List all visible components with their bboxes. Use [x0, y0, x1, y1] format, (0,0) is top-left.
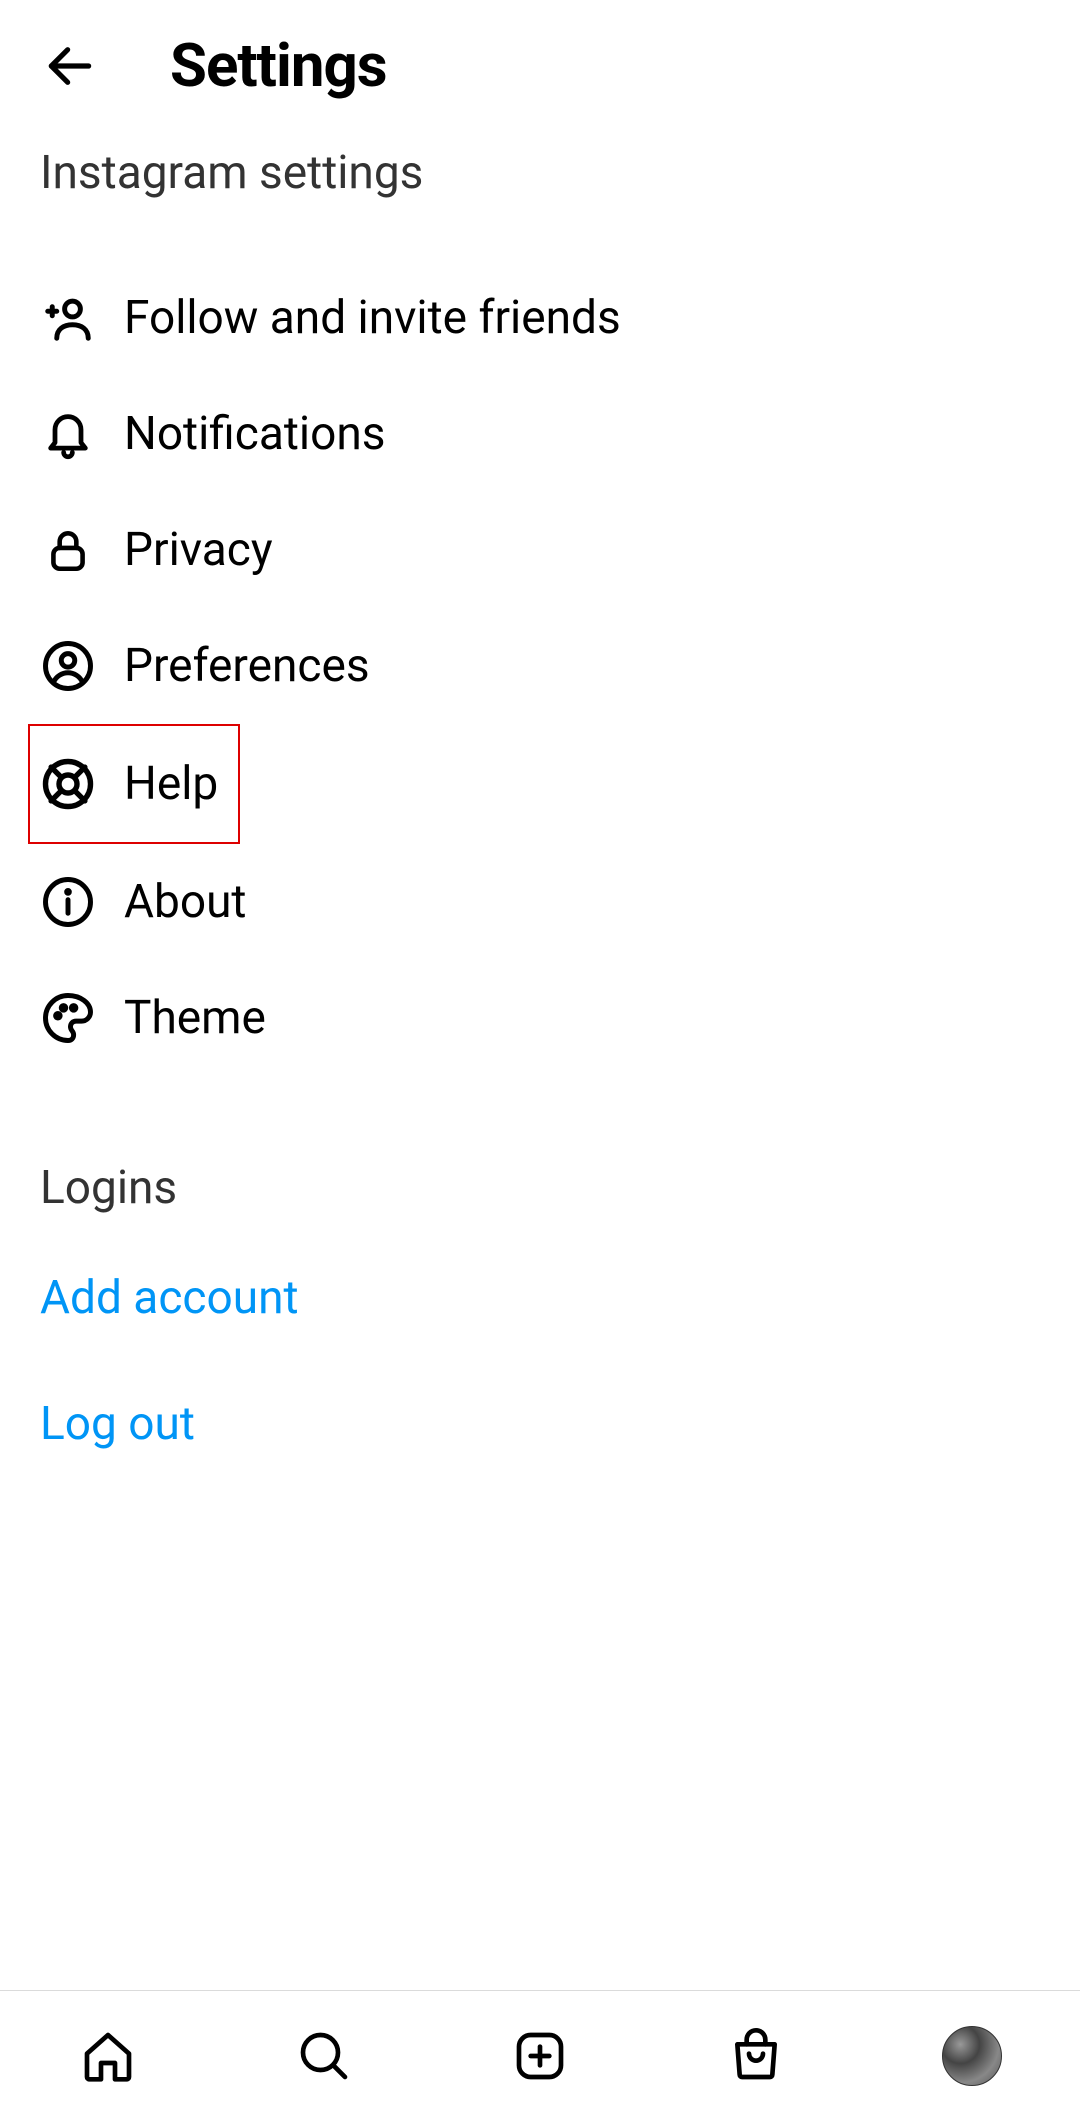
menu-item-help[interactable]: Help: [28, 724, 240, 844]
page-title: Settings: [170, 30, 387, 101]
menu-label: Follow and invite friends: [124, 291, 621, 345]
link-label: Log out: [40, 1397, 1040, 1451]
menu-label: Theme: [124, 991, 266, 1045]
shop-icon: [728, 2028, 784, 2084]
menu-item-theme[interactable]: Theme: [0, 960, 1080, 1076]
nav-create[interactable]: [508, 2024, 572, 2088]
menu-item-about[interactable]: About: [0, 844, 1080, 960]
add-person-icon: [40, 290, 96, 346]
menu-label: Preferences: [124, 639, 370, 693]
nav-profile[interactable]: [940, 2024, 1004, 2088]
plus-square-icon: [512, 2028, 568, 2084]
settings-menu: Follow and invite friends Notifications …: [0, 220, 1080, 1076]
add-account-link[interactable]: Add account: [0, 1235, 1080, 1361]
log-out-link[interactable]: Log out: [0, 1361, 1080, 1487]
link-label: Add account: [40, 1271, 1040, 1325]
menu-label: Notifications: [124, 407, 386, 461]
lock-icon: [40, 522, 96, 578]
menu-label: About: [124, 875, 246, 929]
search-icon: [296, 2028, 352, 2084]
menu-item-notifications[interactable]: Notifications: [0, 376, 1080, 492]
menu-label: Help: [124, 757, 218, 811]
bottom-navigation: [0, 1990, 1080, 2120]
section-title-logins: Logins: [0, 1136, 1080, 1235]
section-title-instagram-settings: Instagram settings: [0, 121, 1080, 220]
nav-search[interactable]: [292, 2024, 356, 2088]
bell-icon: [40, 406, 96, 462]
menu-label: Privacy: [124, 523, 273, 577]
avatar-icon: [942, 2026, 1002, 2086]
home-icon: [80, 2028, 136, 2084]
nav-home[interactable]: [76, 2024, 140, 2088]
menu-item-preferences[interactable]: Preferences: [0, 608, 1080, 724]
lifebuoy-icon: [40, 756, 96, 812]
back-button[interactable]: [40, 36, 100, 96]
nav-shop[interactable]: [724, 2024, 788, 2088]
info-icon: [40, 874, 96, 930]
back-arrow-icon: [42, 38, 98, 94]
menu-item-privacy[interactable]: Privacy: [0, 492, 1080, 608]
menu-item-follow-invite[interactable]: Follow and invite friends: [0, 260, 1080, 376]
person-circle-icon: [40, 638, 96, 694]
header: Settings: [0, 0, 1080, 121]
palette-icon: [40, 990, 96, 1046]
logins-section: Logins Add account Log out: [0, 1076, 1080, 1487]
